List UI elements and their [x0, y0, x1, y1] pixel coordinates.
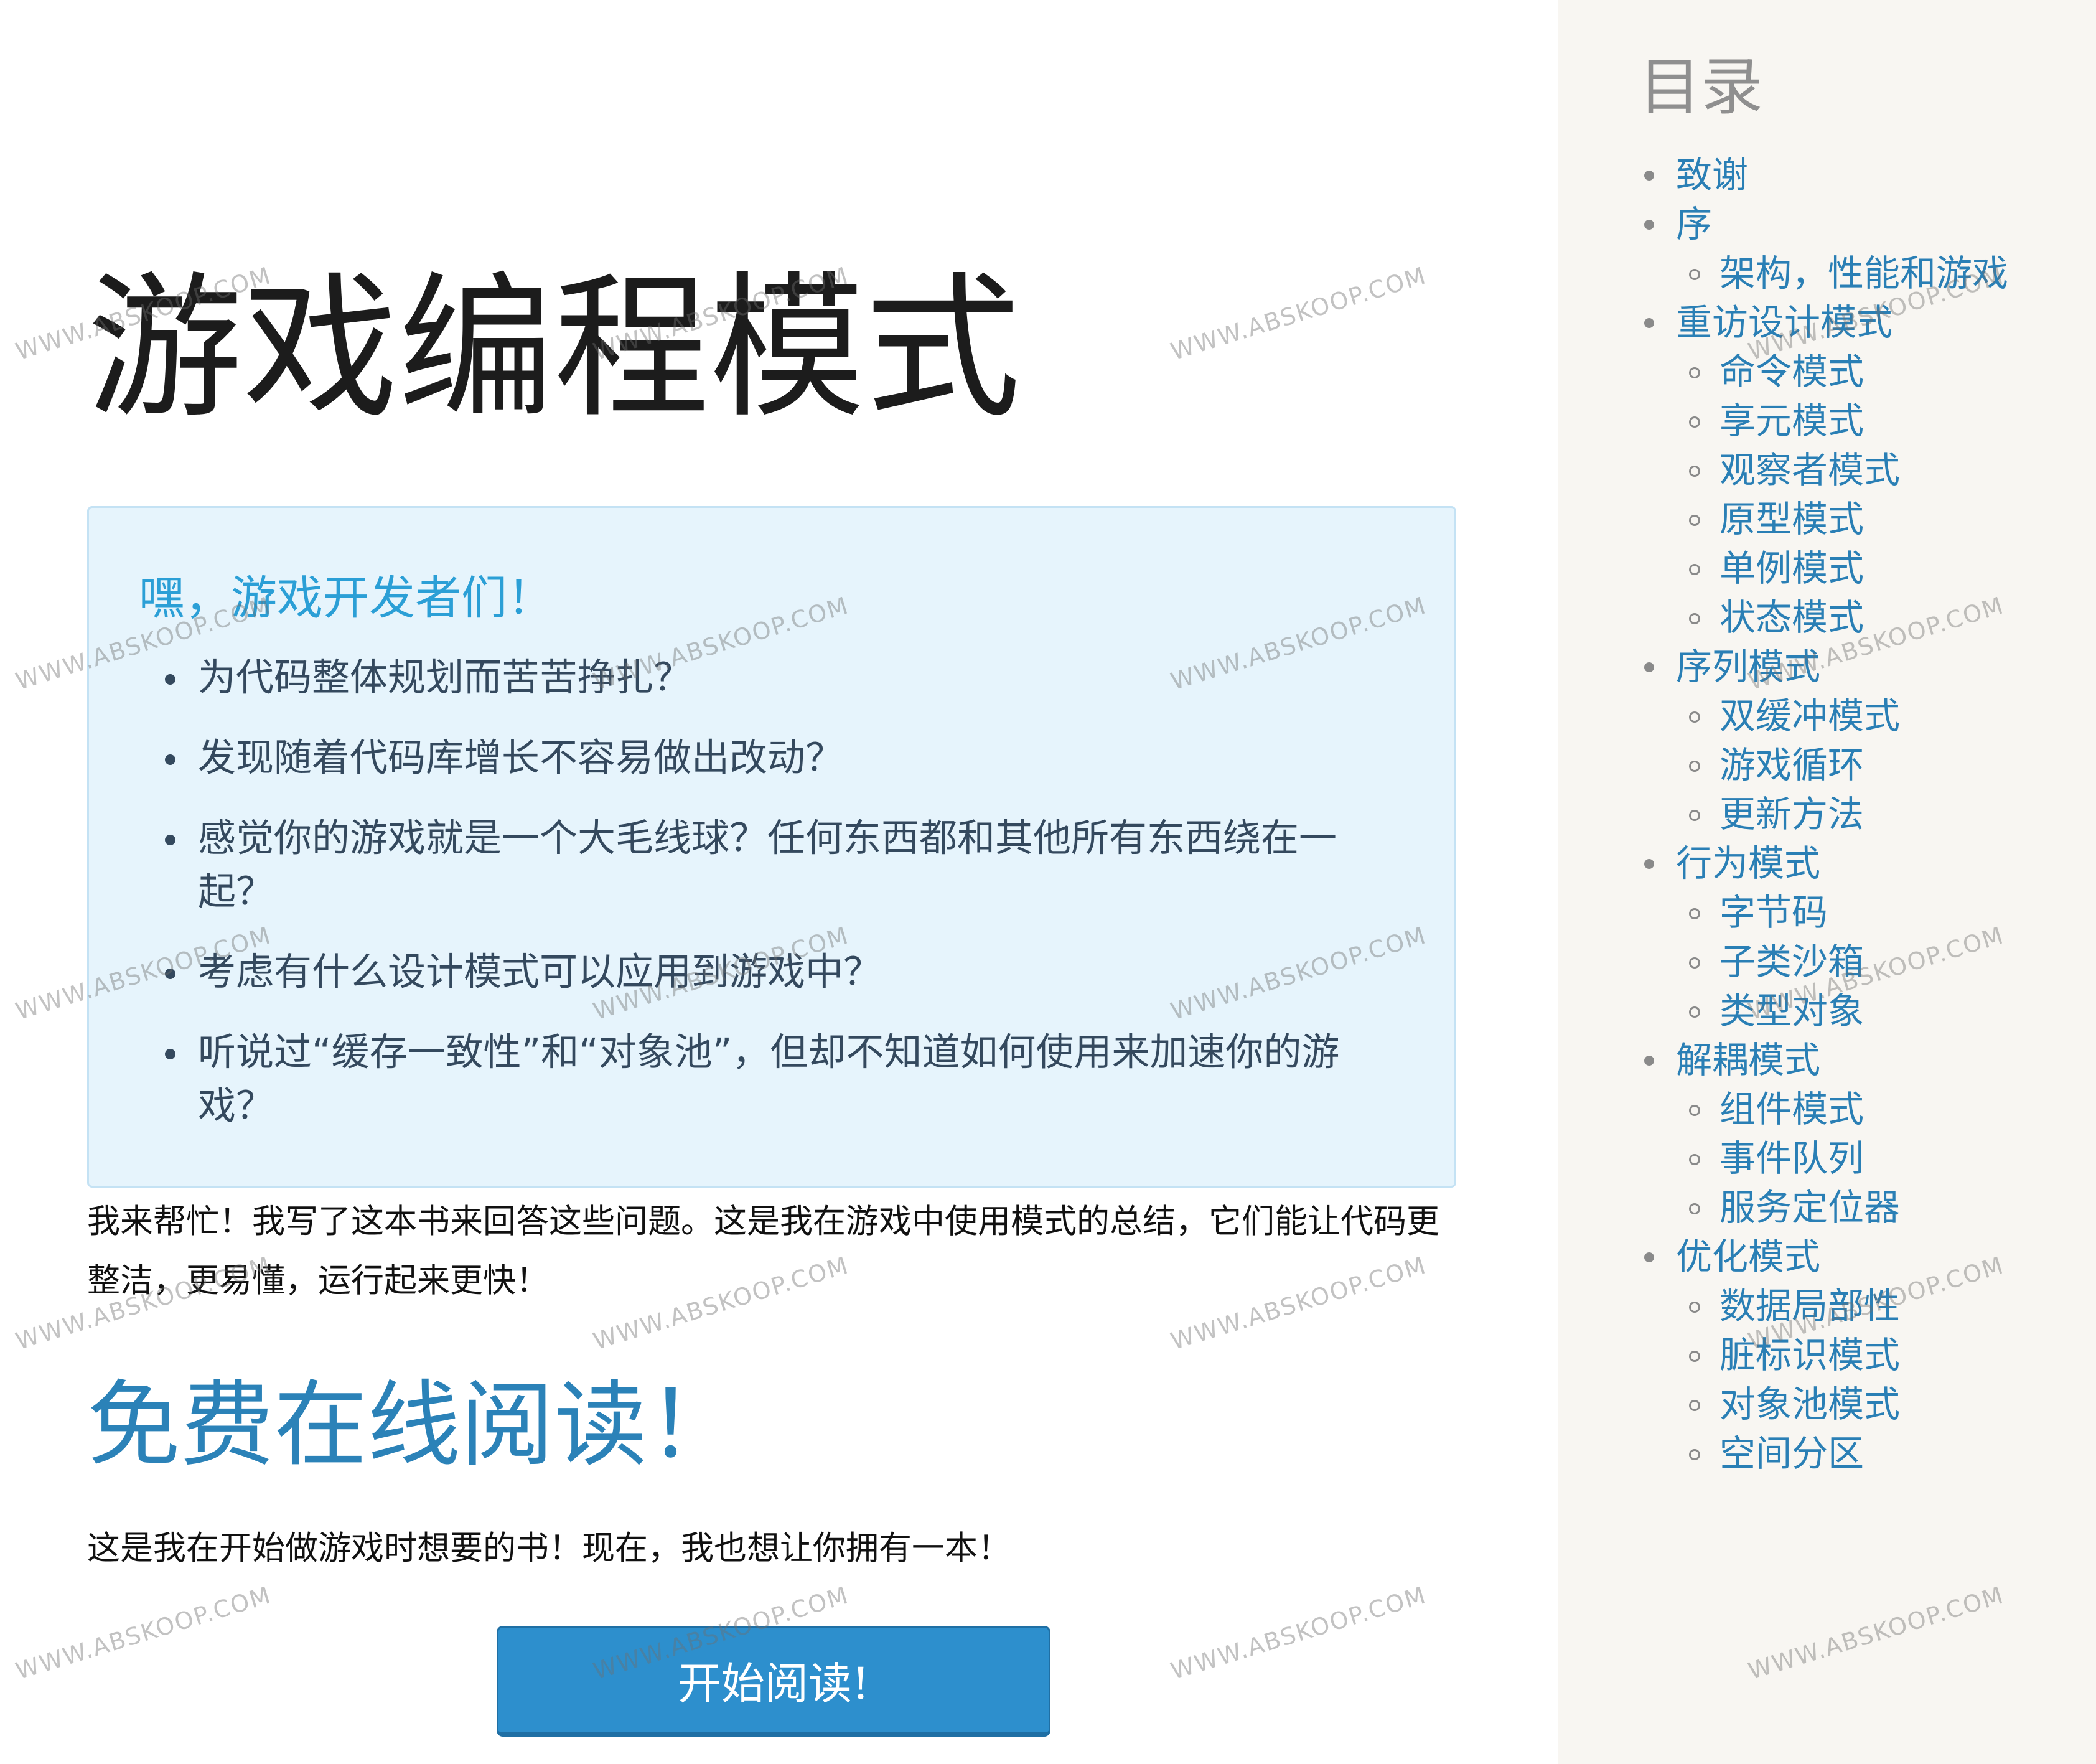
toc-link[interactable]: 更新方法 [1719, 793, 1864, 835]
toc-chapter-item: 游戏循环 [1558, 741, 2008, 790]
toc-link[interactable]: 数据局部性 [1719, 1285, 1900, 1327]
toc-link[interactable]: 原型模式 [1719, 498, 1864, 540]
toc-link[interactable]: 事件队列 [1719, 1137, 1864, 1180]
question-item: 听说过“缓存一致性”和“对象池”，但却不知道如何使用来加速你的游戏？ [165, 1026, 1411, 1133]
start-reading-button[interactable]: 开始阅读! [497, 1626, 1050, 1737]
toc-link[interactable]: 空间分区 [1719, 1432, 1864, 1475]
toc-section-item: 重访设计模式 [1558, 298, 2008, 347]
toc-link[interactable]: 游戏循环 [1719, 744, 1864, 786]
toc-link[interactable]: 脏标识模式 [1719, 1334, 1900, 1376]
toc-link[interactable]: 状态模式 [1719, 596, 1864, 639]
toc-section-item: 解耦模式 [1558, 1036, 2008, 1085]
toc-link[interactable]: 服务定位器 [1719, 1186, 1900, 1229]
toc-chapter-item: 脏标识模式 [1558, 1331, 2008, 1380]
intro-paragraph: 我来帮忙！我写了这本书来回答这些问题。这是我在游戏中使用模式的总结，它们能让代码… [87, 1203, 1439, 1300]
toc-link[interactable]: 命令模式 [1719, 350, 1864, 393]
toc-link[interactable]: 致谢 [1676, 154, 1748, 196]
question-item: 为代码整体规划而苦苦挣扎？ [165, 651, 1411, 705]
toc-chapter-item: 观察者模式 [1558, 446, 2008, 495]
toc-chapter-item: 对象池模式 [1558, 1380, 2008, 1429]
toc-chapter-item: 字节码 [1558, 888, 2008, 937]
toc-chapter-item: 空间分区 [1558, 1429, 2008, 1478]
question-item: 感觉你的游戏就是一个大毛线球？任何东西都和其他所有东西绕在一起？ [165, 812, 1411, 919]
toc-link[interactable]: 双缓冲模式 [1719, 695, 1900, 737]
read-online-paragraph: 这是我在开始做游戏时想要的书！现在，我也想让你拥有一本！ [87, 1529, 1011, 1567]
toc-chapter-item: 数据局部性 [1558, 1282, 2008, 1331]
toc-section-item: 序列模式 [1558, 642, 2008, 692]
toc-chapter-item: 享元模式 [1558, 396, 2008, 446]
toc-chapter-item: 事件队列 [1558, 1134, 2008, 1183]
toc-link[interactable]: 架构，性能和游戏 [1719, 252, 2008, 294]
question-list: 为代码整体规划而苦苦挣扎？ 发现随着代码库增长不容易做出改动？ 感觉你的游戏就是… [165, 651, 1411, 1160]
toc-link[interactable]: 类型对象 [1719, 990, 1864, 1032]
toc-chapter-item: 架构，性能和游戏 [1558, 249, 2008, 298]
toc-chapter-item: 原型模式 [1558, 495, 2008, 544]
toc-chapter-item: 命令模式 [1558, 347, 2008, 396]
intro-callout: 嘿，游戏开发者们！ 为代码整体规划而苦苦挣扎？ 发现随着代码库增长不容易做出改动… [87, 506, 1456, 1188]
toc-link[interactable]: 行为模式 [1676, 842, 1820, 884]
toc-title: 目录 [1639, 50, 1763, 123]
toc-link[interactable]: 对象池模式 [1719, 1383, 1900, 1425]
question-item: 发现随着代码库增长不容易做出改动？ [165, 731, 1411, 785]
toc-chapter-item: 状态模式 [1558, 593, 2008, 642]
toc-link[interactable]: 享元模式 [1719, 400, 1864, 442]
toc-link[interactable]: 序列模式 [1676, 645, 1820, 688]
question-item: 考虑有什么设计模式可以应用到游戏中？ [165, 945, 1411, 999]
toc-chapter-item: 双缓冲模式 [1558, 692, 2008, 741]
page-title: 游戏编程模式 [87, 258, 1021, 439]
toc-link[interactable]: 优化模式 [1676, 1236, 1820, 1278]
toc-link[interactable]: 单例模式 [1719, 547, 1864, 589]
toc-list: 致谢序架构，性能和游戏重访设计模式命令模式享元模式观察者模式原型模式单例模式状态… [1558, 151, 2008, 1478]
toc-chapter-item: 服务定位器 [1558, 1183, 2008, 1232]
toc-link[interactable]: 组件模式 [1719, 1088, 1864, 1130]
toc-chapter-item: 更新方法 [1558, 790, 2008, 839]
toc-link[interactable]: 解耦模式 [1676, 1039, 1820, 1081]
toc-link[interactable]: 重访设计模式 [1676, 301, 1892, 344]
toc-section-item: 序 [1558, 200, 2008, 249]
read-online-heading: 免费在线阅读！ [87, 1371, 741, 1480]
toc-section-item: 优化模式 [1558, 1232, 2008, 1282]
callout-heading: 嘿，游戏开发者们！ [139, 571, 553, 625]
toc-link[interactable]: 序 [1676, 203, 1712, 245]
toc-link[interactable]: 观察者模式 [1719, 449, 1900, 491]
toc-chapter-item: 类型对象 [1558, 987, 2008, 1036]
toc-link[interactable]: 字节码 [1719, 891, 1828, 934]
toc-chapter-item: 组件模式 [1558, 1085, 2008, 1134]
toc-section-item: 致谢 [1558, 151, 2008, 200]
toc-chapter-item: 单例模式 [1558, 544, 2008, 593]
main-content: 游戏编程模式 嘿，游戏开发者们！ 为代码整体规划而苦苦挣扎？ 发现随着代码库增长… [87, 0, 1459, 1764]
toc-sidebar: 目录 致谢序架构，性能和游戏重访设计模式命令模式享元模式观察者模式原型模式单例模… [1558, 0, 2096, 1764]
toc-link[interactable]: 子类沙箱 [1719, 941, 1864, 983]
toc-chapter-item: 子类沙箱 [1558, 937, 2008, 987]
toc-section-item: 行为模式 [1558, 839, 2008, 888]
